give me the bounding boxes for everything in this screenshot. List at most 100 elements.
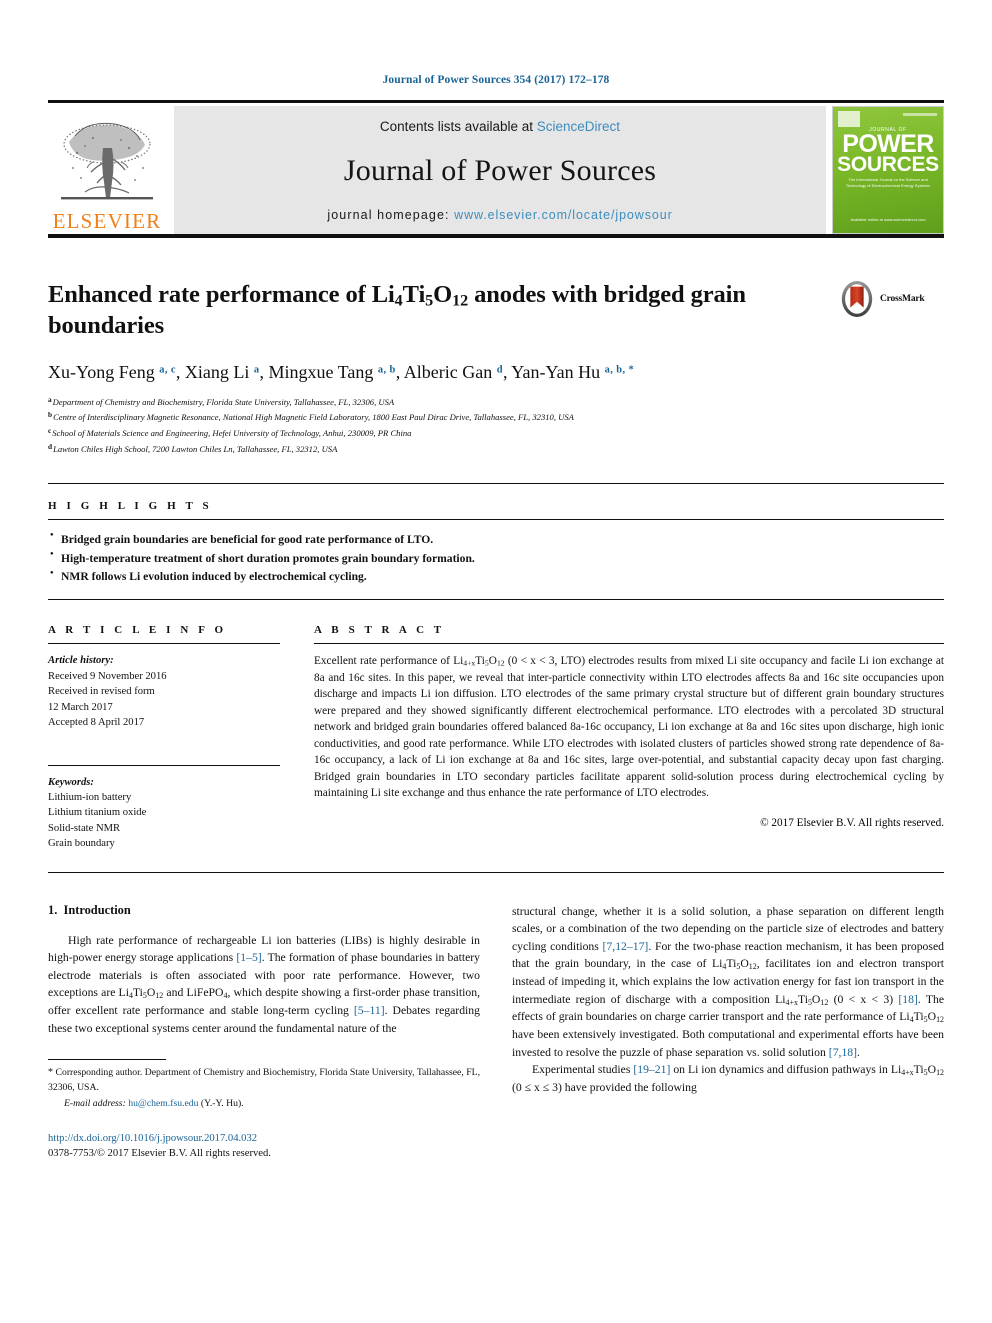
doi-link[interactable]: http://dx.doi.org/10.1016/j.jpowsour.201…	[48, 1131, 480, 1146]
intro-paragraph-left: High rate performance of rechargeable Li…	[48, 932, 480, 1037]
citation-link[interactable]: [7,12–17]	[603, 940, 649, 953]
abstract-sub-1: 4+x	[463, 658, 476, 668]
affiliation-item: cSchool of Materials Science and Enginee…	[48, 425, 944, 441]
section-number: 1.	[48, 902, 58, 917]
journal-masthead: ELSEVIER Contents lists available at Sci…	[48, 100, 944, 234]
section-title-introduction: 1. Introduction	[48, 903, 480, 918]
keyword-item: Solid-state NMR	[48, 822, 121, 834]
email-link[interactable]: hu@chem.fsu.edu	[128, 1098, 198, 1109]
list-item: High-temperature treatment of short dura…	[50, 549, 944, 569]
keyword-item: Lithium titanium oxide	[48, 807, 147, 819]
para-seg: O	[927, 1010, 937, 1024]
contents-prefix: Contents lists available at	[379, 119, 534, 134]
cover-subtitle: The International Journal on the Science…	[845, 177, 931, 188]
crossmark-badge-group[interactable]: CrossMark	[838, 280, 944, 318]
highlights-heading: H I G H L I G H T S	[48, 499, 213, 512]
para-seg: and LiFePO	[163, 986, 224, 1000]
info-abstract-row: A R T I C L E I N F O Article history: R…	[48, 600, 944, 852]
section-title-text: Introduction	[63, 902, 131, 917]
masthead-bottom-rule	[48, 234, 944, 238]
journal-title: Journal of Power Sources	[343, 154, 657, 187]
affiliation-text: Department of Chemistry and Biochemistry…	[52, 396, 395, 407]
abstract-text: Excellent rate performance of Li4+xTi5O1…	[314, 653, 944, 801]
intro-paragraph-right-2: Experimental studies [19–21] on Li ion d…	[512, 1061, 944, 1096]
author-affil-marks: d	[496, 364, 503, 376]
author-name: Alberic Gan	[403, 362, 493, 383]
article-history-item: Received in revised form	[48, 686, 155, 698]
citation-link[interactable]: [1–5]	[236, 951, 261, 964]
abstract-column: A B S T R A C T Excellent rate performan…	[314, 624, 944, 852]
affiliation-text: School of Materials Science and Engineer…	[52, 428, 412, 439]
abstract-seg-3: O	[488, 655, 497, 668]
author-name: Xu-Yong Feng	[48, 362, 155, 383]
citation-link[interactable]: [7,18]	[829, 1046, 857, 1059]
footnote-corresponding-text: Corresponding author. Department of Chem…	[48, 1067, 480, 1093]
crossmark-icon	[841, 280, 873, 318]
footnote-email-label: E-mail address:	[64, 1097, 126, 1109]
intro-paragraph-right-1: structural change, whether it is a solid…	[512, 903, 944, 1061]
highlights-section: H I G H L I G H T S Bridged grain bounda…	[48, 482, 944, 601]
cover-elsevier-logo-icon	[838, 111, 860, 127]
highlights-rule	[48, 518, 944, 520]
author-name: Xiang Li	[184, 362, 250, 383]
author-item: Xu-Yong Feng a, c	[48, 362, 176, 382]
title-seg-1: Enhanced rate performance of Li	[48, 281, 395, 308]
para-seg: on Li ion dynamics and diffusion pathway…	[670, 1063, 902, 1077]
masthead-top-rule	[48, 100, 944, 103]
affiliation-text: Lawton Chiles High School, 7200 Lawton C…	[53, 444, 338, 455]
affiliation-item: dLawton Chiles High School, 7200 Lawton …	[48, 441, 944, 457]
elsevier-wordmark: ELSEVIER	[52, 209, 162, 233]
crossmark-label: CrossMark	[880, 294, 925, 304]
paper-page: Journal of Power Sources 354 (2017) 172–…	[0, 0, 992, 1323]
elsevier-tree-icon	[61, 122, 153, 200]
abstract-seg-2: Ti	[475, 655, 485, 668]
article-history-item: 12 March 2017	[48, 701, 113, 713]
issn-copyright-line: 0378-7753/© 2017 Elsevier B.V. All right…	[48, 1148, 271, 1160]
footnote-email-line: E-mail address: hu@chem.fsu.edu (Y.-Y. H…	[48, 1097, 480, 1111]
para-sub: 12	[936, 1067, 944, 1077]
article-info-heading: A R T I C L E I N F O	[48, 624, 227, 637]
affiliation-item: aDepartment of Chemistry and Biochemistr…	[48, 394, 944, 410]
title-sub-2: 5	[425, 292, 434, 310]
para-seg: Ti	[913, 1063, 924, 1077]
article-history-label: Article history:	[48, 655, 114, 667]
journal-cover-thumbnail: JOURNAL OF POWER SOURCES The Internation…	[832, 106, 944, 234]
homepage-url[interactable]: www.elsevier.com/locate/jpowsour	[454, 208, 672, 222]
body-column-right: structural change, whether it is a solid…	[512, 903, 944, 1162]
citation-link[interactable]: [18]	[898, 993, 917, 1006]
running-head: Journal of Power Sources 354 (2017) 172–…	[382, 74, 610, 86]
para-seg: Experimental studies	[532, 1063, 634, 1077]
author-affil-marks: a	[253, 364, 260, 376]
body-divider	[48, 871, 944, 873]
footnote-email-suffix: (Y.-Y. Hu).	[198, 1097, 244, 1109]
title-seg-3: O	[433, 281, 453, 308]
citation-link[interactable]: [5–11]	[354, 1004, 385, 1017]
keywords-body: Keywords: Lithium-ion battery Lithium ti…	[48, 775, 280, 852]
para-sub: 4+x	[785, 997, 798, 1007]
doi-block: http://dx.doi.org/10.1016/j.jpowsour.201…	[48, 1131, 480, 1162]
title-block: Enhanced rate performance of Li4Ti5O12 a…	[48, 280, 944, 341]
para-seg: (0 ≤ x ≤ 3) have provided the following	[512, 1080, 697, 1094]
citation-link[interactable]: [19–21]	[633, 1063, 670, 1076]
footnote-text: * Corresponding author. Department of Ch…	[48, 1066, 480, 1111]
sciencedirect-link[interactable]: ScienceDirect	[537, 119, 620, 134]
homepage-line: journal homepage: www.elsevier.com/locat…	[327, 208, 672, 222]
para-seg: Ti	[132, 986, 143, 1000]
para-seg: O	[740, 957, 749, 971]
title-seg-2: Ti	[402, 281, 426, 308]
para-seg: Ti	[797, 992, 808, 1006]
cover-title-sources: SOURCES	[837, 153, 939, 176]
para-seg: (0 < x < 3)	[828, 992, 899, 1006]
affiliation-text: Centre of Interdisciplinary Magnetic Res…	[53, 412, 574, 423]
list-item: Bridged grain boundaries are beneficial …	[50, 530, 944, 550]
article-history-item: Accepted 8 April 2017	[48, 717, 145, 729]
keyword-item: Lithium-ion battery	[48, 791, 132, 803]
para-sub: 4+x	[901, 1067, 914, 1077]
highlights-divider-top	[48, 482, 944, 484]
para-seg: Ti	[913, 1010, 924, 1024]
article-info-column: A R T I C L E I N F O Article history: R…	[48, 624, 280, 852]
body-column-left: 1. Introduction High rate performance of…	[48, 903, 480, 1162]
keywords-label: Keywords:	[48, 776, 94, 788]
list-item: NMR follows Li evolution induced by elec…	[50, 568, 944, 587]
para-seg: have been extensively investigated. Both…	[512, 1027, 944, 1059]
